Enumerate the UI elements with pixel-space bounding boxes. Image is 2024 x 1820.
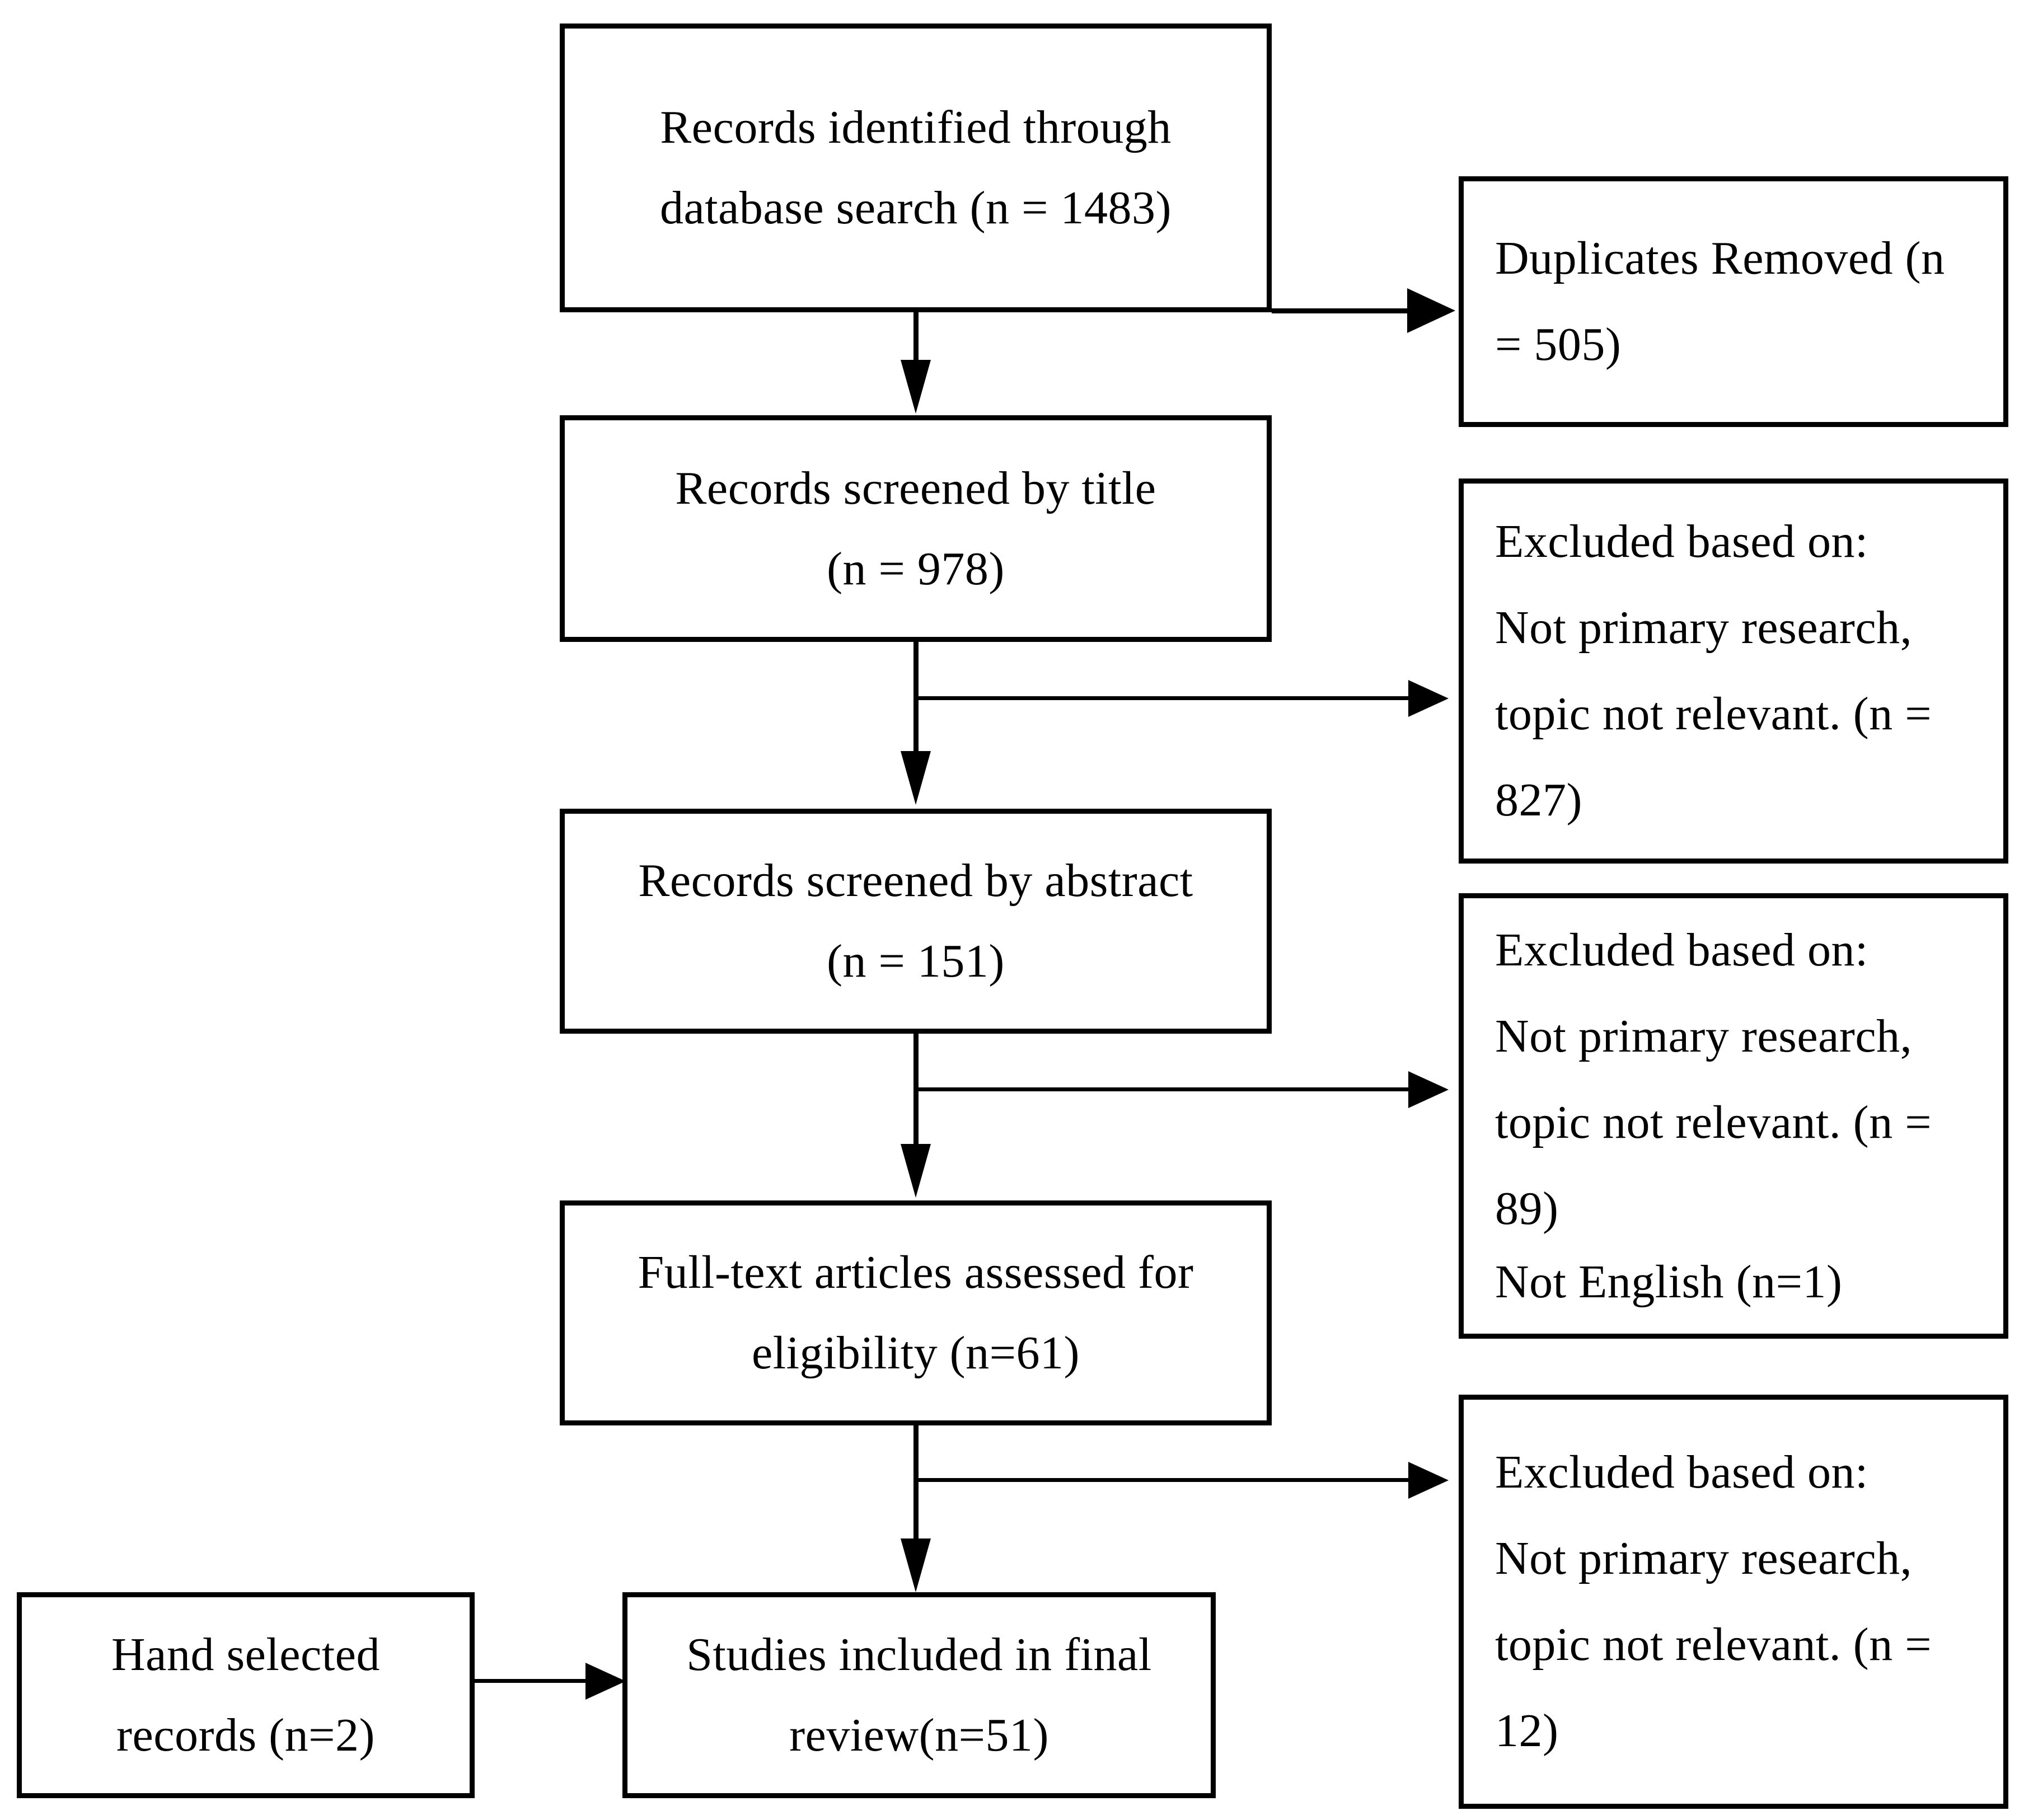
flow-box-hand-selected-records-line-1: Hand selected	[111, 1629, 380, 1681]
flow-box-records-screened-title-line-1: Records screened by title	[675, 462, 1156, 514]
exclusion-box-excluded-abstract-screening-line-2: Not primary research,	[1495, 1010, 1913, 1062]
connector-screened-abstract-to-excluded-line	[913, 1087, 1408, 1091]
connector-identified-to-screened-title-line	[913, 311, 919, 362]
prisma-flow-diagram-canvas: Records identified through database sear…	[0, 0, 2024, 1820]
exclusion-box-duplicates-removed: Duplicates Removed (n = 505)	[1459, 176, 2008, 427]
exclusion-box-excluded-title-screening: Excluded based on: Not primary research,…	[1459, 479, 2008, 864]
exclusion-box-excluded-abstract-screening: Excluded based on: Not primary research,…	[1459, 893, 2008, 1339]
connector-identified-to-screened-title-arrowhead	[901, 360, 931, 414]
connector-screened-abstract-to-fulltext-arrowhead	[901, 1144, 931, 1198]
exclusion-box-excluded-fulltext-screening-line-1: Excluded based on:	[1495, 1446, 1868, 1498]
flow-box-records-identified-line-2: database search (n = 1483)	[660, 182, 1172, 234]
flow-box-fulltext-assessed-line-1: Full-text articles assessed for	[638, 1246, 1194, 1298]
exclusion-box-excluded-title-screening-line-2: Not primary research,	[1495, 602, 1913, 654]
exclusion-box-excluded-abstract-screening-line-1: Excluded based on:	[1495, 923, 1868, 976]
flow-box-studies-included: Studies included in final review(n=51)	[622, 1592, 1216, 1798]
exclusion-box-duplicates-removed-line-2: = 505)	[1495, 318, 1622, 370]
exclusion-box-excluded-fulltext-screening: Excluded based on: Not primary research,…	[1459, 1395, 2008, 1809]
flow-box-records-identified: Records identified through database sear…	[560, 24, 1272, 312]
exclusion-box-excluded-fulltext-screening-line-3: topic not relevant. (n =	[1495, 1619, 1932, 1671]
flow-box-records-identified-line-1: Records identified through	[660, 101, 1172, 153]
flow-box-studies-included-line-1: Studies included in final	[686, 1629, 1152, 1681]
exclusion-box-duplicates-removed-line-1: Duplicates Removed (n	[1495, 232, 1945, 284]
connector-hand-selected-to-included-arrowhead	[585, 1663, 626, 1700]
exclusion-box-excluded-abstract-screening-line-3: topic not relevant. (n =	[1495, 1096, 1932, 1148]
exclusion-box-excluded-abstract-screening-line-4: 89)	[1495, 1182, 1559, 1235]
connector-screened-title-to-excluded-line	[913, 696, 1408, 700]
exclusion-box-excluded-fulltext-screening-line-4: 12)	[1495, 1705, 1559, 1757]
connector-fulltext-to-included-arrowhead	[901, 1538, 931, 1592]
connector-fulltext-to-excluded-arrowhead	[1408, 1462, 1449, 1499]
exclusion-box-excluded-title-screening-line-3: topic not relevant. (n =	[1495, 688, 1932, 740]
exclusion-box-excluded-abstract-screening-line-5: Not English (n=1)	[1495, 1255, 1843, 1308]
flow-box-records-screened-abstract-line-2: (n = 151)	[827, 935, 1005, 987]
connector-hand-selected-to-included-line	[475, 1679, 587, 1683]
flow-box-fulltext-assessed: Full-text articles assessed for eligibil…	[560, 1200, 1272, 1425]
flow-box-records-screened-abstract: Records screened by abstract (n = 151)	[560, 809, 1272, 1034]
connector-screened-abstract-to-excluded-arrowhead	[1408, 1071, 1449, 1108]
connector-fulltext-to-excluded-line	[913, 1478, 1408, 1482]
flow-box-fulltext-assessed-line-2: eligibility (n=61)	[752, 1327, 1080, 1379]
connector-screened-title-to-screened-abstract-arrowhead	[901, 751, 931, 805]
connector-identified-to-duplicates-line	[1272, 308, 1407, 313]
flow-box-records-screened-title-line-2: (n = 978)	[827, 542, 1005, 595]
connector-screened-title-to-excluded-arrowhead	[1408, 680, 1449, 717]
flow-box-records-screened-abstract-line-1: Records screened by abstract	[638, 855, 1193, 907]
flow-box-records-screened-title: Records screened by title (n = 978)	[560, 415, 1272, 642]
flow-box-hand-selected-records-line-2: records (n=2)	[116, 1709, 376, 1761]
flow-box-studies-included-line-2: review(n=51)	[789, 1709, 1049, 1761]
exclusion-box-excluded-fulltext-screening-line-2: Not primary research,	[1495, 1532, 1913, 1584]
connector-fulltext-to-included-line	[913, 1425, 919, 1540]
exclusion-box-excluded-title-screening-line-4: 827)	[1495, 774, 1582, 826]
exclusion-box-excluded-title-screening-line-1: Excluded based on:	[1495, 515, 1868, 567]
connector-identified-to-duplicates-arrowhead	[1407, 288, 1455, 333]
flow-box-hand-selected-records: Hand selected records (n=2)	[17, 1592, 475, 1798]
